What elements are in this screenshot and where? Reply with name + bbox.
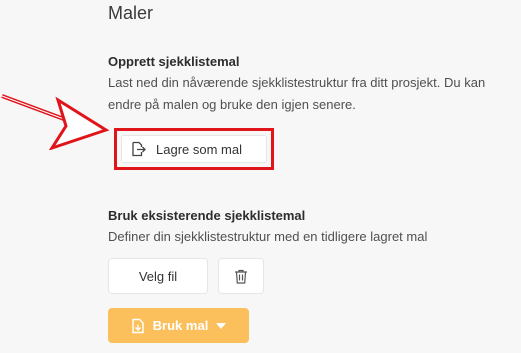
save-as-template-label: Lagre som mal [156, 141, 242, 157]
section-title: Maler [108, 3, 154, 23]
trash-icon [234, 269, 248, 284]
create-template-description: Last ned din nåværende sjekklistestruktu… [108, 75, 486, 112]
use-template-label: Bruk mal [152, 318, 209, 333]
import-file-icon [131, 318, 145, 334]
save-as-template-highlight: Lagre som mal [114, 128, 274, 170]
choose-file-label: Velg fil [138, 268, 178, 284]
use-template-button[interactable]: Bruk mal [108, 308, 249, 343]
choose-file-button[interactable]: Velg fil [108, 258, 208, 294]
delete-file-button[interactable] [218, 258, 264, 294]
annotation-arrow [0, 88, 110, 150]
use-template-description: Definer din sjekklistestruktur med en ti… [108, 229, 428, 244]
caret-down-icon [216, 322, 227, 329]
use-template-heading: Bruk eksisterende sjekklistemal [108, 208, 306, 223]
create-template-heading: Opprett sjekklistemal [108, 54, 240, 69]
save-as-template-button[interactable]: Lagre som mal [121, 135, 267, 163]
export-file-icon [130, 141, 146, 157]
